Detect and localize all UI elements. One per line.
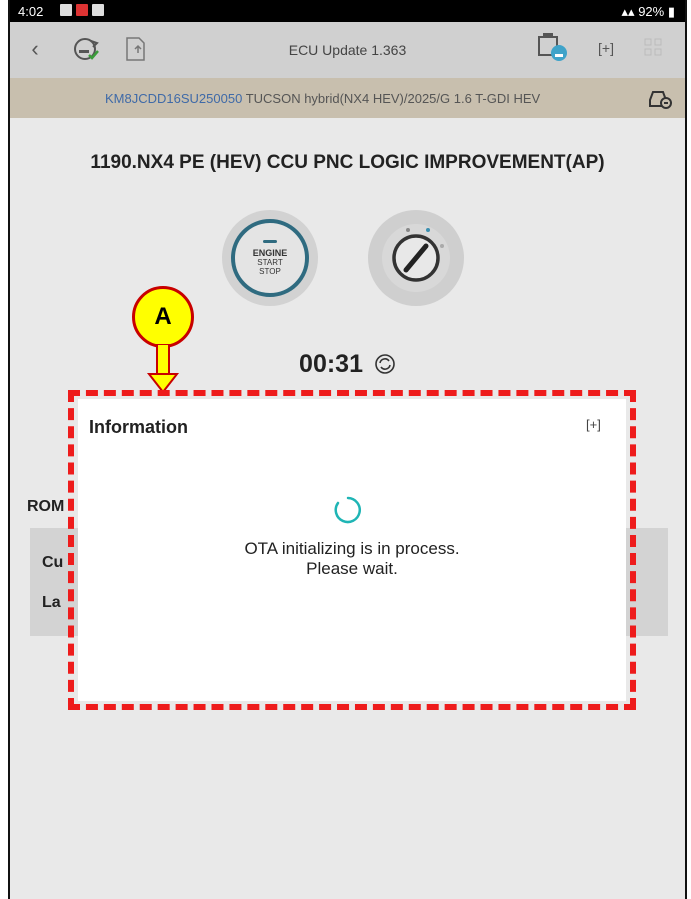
timer-value: 00:31 bbox=[299, 350, 363, 378]
vehicle-info-text: KM8JCDD16SU250050 TUCSON hybrid(NX4 HEV)… bbox=[105, 91, 540, 106]
start-label: START bbox=[257, 258, 283, 267]
callout-marker: A bbox=[132, 286, 194, 348]
rom-latest-label: La bbox=[42, 594, 61, 611]
status-time: 4:02 bbox=[18, 4, 44, 19]
highlight-outline bbox=[68, 390, 636, 710]
update-title: 1190.NX4 PE (HEV) CCU PNC LOGIC IMPROVEM… bbox=[90, 152, 605, 173]
vehicle-description: TUCSON hybrid(NX4 HEV)/2025/G 1.6 T-GDI … bbox=[245, 91, 541, 106]
status-bar: 4:02 ▴▴ 92% ▮ bbox=[10, 0, 685, 22]
power-indicator bbox=[263, 240, 277, 243]
app-title: ECU Update 1.363 bbox=[288, 42, 407, 58]
vin-number: KM8JCDD16SU250050 bbox=[105, 91, 243, 106]
vehicle-info-bar: KM8JCDD16SU250050 TUCSON hybrid(NX4 HEV)… bbox=[10, 78, 685, 118]
vehicle-settings-icon[interactable] bbox=[647, 86, 673, 110]
engine-start-stop-button[interactable]: ENGINE START STOP bbox=[222, 210, 318, 306]
expand-icon[interactable]: [+] bbox=[592, 34, 620, 62]
rom-current-label: Cu bbox=[42, 554, 64, 571]
signal-icon: ▴▴ bbox=[621, 4, 639, 19]
engine-label: ENGINE bbox=[252, 248, 288, 258]
refresh-icon[interactable] bbox=[374, 353, 396, 375]
app-bar: ‹ ECU Update 1.363 [+] bbox=[10, 22, 685, 78]
stop-label: STOP bbox=[259, 267, 281, 276]
notification-icons bbox=[60, 4, 104, 16]
rom-section-label: ROM bbox=[27, 498, 65, 515]
battery-icon: ▮ bbox=[664, 4, 675, 19]
vci-dongle-icon[interactable] bbox=[534, 32, 572, 64]
status-right: ▴▴ 92% ▮ bbox=[622, 4, 675, 20]
countdown-timer: 00:31 bbox=[10, 350, 685, 379]
battery-level: 92% bbox=[638, 4, 665, 19]
grid-menu-icon[interactable] bbox=[642, 36, 664, 58]
ignition-switch-icon bbox=[368, 210, 464, 306]
callout-arrow-icon bbox=[146, 344, 180, 394]
